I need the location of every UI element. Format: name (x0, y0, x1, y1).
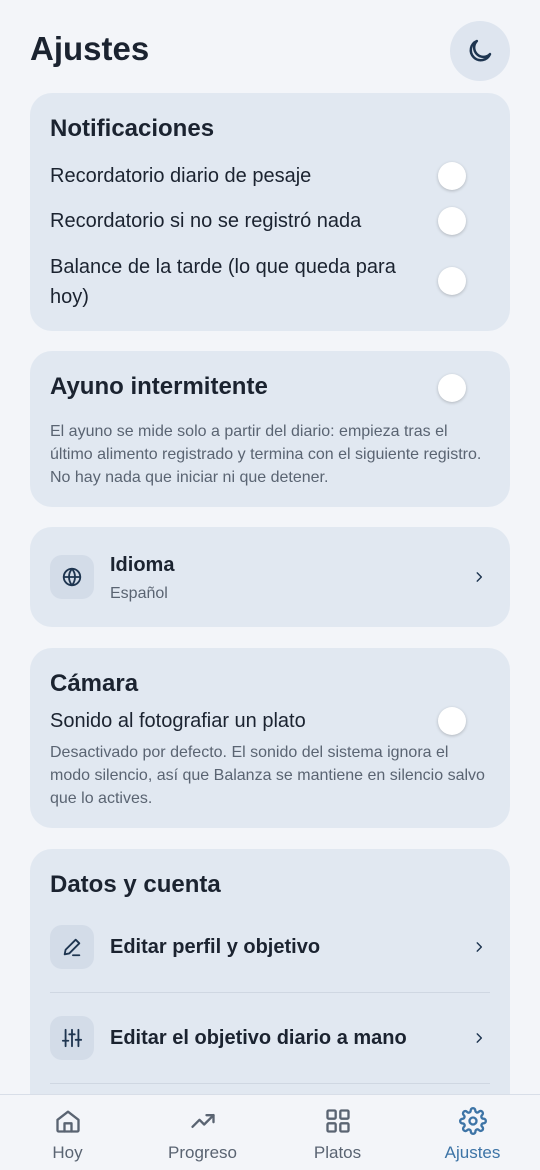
tab-label: Platos (313, 1143, 362, 1162)
daily-weigh-reminder-label: Recordatorio diario de pesaje (50, 165, 312, 187)
edit-goal-icon-tile (50, 1016, 94, 1060)
chevron-right-icon (472, 940, 486, 954)
tab-hoy[interactable]: Hoy (0, 1095, 135, 1170)
grid-icon (325, 1109, 350, 1133)
gear-icon (458, 1107, 487, 1135)
camera-description: Desactivado por defecto. El sonido del s… (50, 744, 485, 807)
divider (50, 1083, 490, 1084)
fasting-card: Ayuno intermitente El ayuno se mide solo… (30, 351, 510, 507)
no-log-reminder-label: Recordatorio si no se registró nada (50, 210, 362, 232)
no-log-reminder-toggle[interactable] (438, 207, 466, 235)
notifications-title: Notificaciones (50, 115, 215, 142)
language-card[interactable]: Idioma Español (30, 527, 510, 627)
chevron-right-icon (472, 1031, 486, 1045)
language-icon-tile (50, 555, 94, 599)
globe-icon (62, 567, 82, 587)
camera-title: Cámara (50, 670, 139, 697)
edit-daily-goal-button[interactable]: Editar el objetivo diario a mano (110, 1027, 407, 1050)
sliders-icon (61, 1028, 83, 1048)
header: Ajustes (30, 20, 510, 81)
account-card: Datos y cuenta Editar perfil y objetivo … (30, 849, 510, 1129)
edit-profile-button[interactable]: Editar perfil y objetivo (110, 936, 320, 959)
tab-progreso[interactable]: Progreso (135, 1095, 270, 1170)
tab-label: Hoy (52, 1143, 83, 1162)
daily-weigh-reminder-toggle[interactable] (438, 162, 466, 190)
divider (50, 992, 490, 993)
camera-sound-label: Sonido al fotografiar un plato (50, 710, 306, 732)
page-title: Ajustes (30, 30, 150, 67)
camera-sound-toggle[interactable] (438, 707, 466, 735)
tab-label: Ajustes (444, 1143, 501, 1162)
fasting-title: Ayuno intermitente (50, 373, 268, 400)
language-value: Español (110, 585, 168, 602)
evening-balance-toggle[interactable] (438, 267, 466, 295)
theme-toggle-button[interactable] (450, 21, 510, 81)
tab-platos[interactable]: Platos (270, 1095, 405, 1170)
evening-balance-label: Balance de la tarde (lo que queda para h… (50, 256, 396, 308)
fasting-toggle[interactable] (438, 374, 466, 402)
chevron-right-icon (472, 570, 486, 584)
tab-ajustes[interactable]: Ajustes (405, 1095, 540, 1170)
bottom-nav: Hoy Progreso Platos Ajustes (0, 1094, 540, 1170)
account-title: Datos y cuenta (50, 871, 221, 898)
moon-icon (469, 39, 492, 62)
tab-label: Progreso (168, 1143, 237, 1162)
edit-profile-icon-tile (50, 925, 94, 969)
fasting-description: El ayuno se mide solo a partir del diari… (50, 423, 482, 486)
home-icon (55, 1110, 80, 1133)
notifications-card: Notificaciones Recordatorio diario de pe… (30, 93, 510, 331)
language-title: Idioma (110, 554, 175, 576)
trending-up-icon (190, 1114, 215, 1128)
camera-card: Cámara Sonido al fotografiar un plato De… (30, 648, 510, 828)
pencil-icon (63, 938, 81, 957)
